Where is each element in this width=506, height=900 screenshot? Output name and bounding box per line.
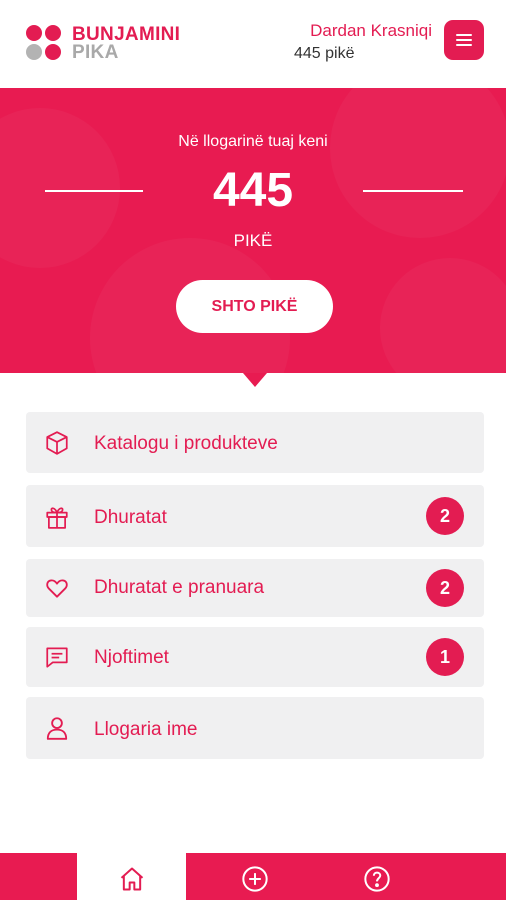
hamburger-icon bbox=[456, 34, 472, 36]
menu-item-my-account[interactable]: Llogaria ime bbox=[26, 697, 484, 759]
menu-item-catalog[interactable]: Katalogu i produkteve bbox=[26, 412, 484, 473]
nav-tab-add[interactable] bbox=[200, 853, 309, 900]
hero-pointer bbox=[243, 373, 267, 387]
user-points: 445 pikë bbox=[294, 45, 355, 62]
menu-item-notifications[interactable]: Njoftimet 1 bbox=[26, 627, 484, 687]
logo-dots bbox=[26, 25, 64, 63]
points-caption: Në llogarinë tuaj keni bbox=[178, 133, 328, 150]
menu-item-label: Dhuratat e pranuara bbox=[94, 577, 265, 598]
chat-icon bbox=[46, 647, 68, 668]
count-badge: 2 bbox=[426, 497, 464, 535]
user-icon bbox=[46, 717, 68, 740]
menu-item-label: Katalogu i produkteve bbox=[94, 433, 278, 454]
gift-icon bbox=[46, 507, 68, 529]
menu-item-gifts[interactable]: Dhuratat 2 bbox=[26, 485, 484, 547]
box-icon bbox=[46, 431, 68, 455]
points-value: 445 bbox=[212, 164, 294, 217]
points-hero: Në llogarinë tuaj keni 445 PIKË SHTO PIK… bbox=[0, 88, 506, 373]
bottom-navigation bbox=[0, 853, 506, 900]
heart-icon bbox=[46, 579, 68, 598]
brand-logo[interactable]: BUNJAMINI PIKA bbox=[26, 25, 196, 65]
count-badge: 2 bbox=[426, 569, 464, 607]
brand-subname: PIKA bbox=[72, 42, 119, 63]
nav-tab-help[interactable] bbox=[322, 853, 431, 900]
user-name: Dardan Krasniqi bbox=[310, 21, 432, 40]
plus-circle-icon bbox=[241, 866, 268, 892]
menu-item-received-gifts[interactable]: Dhuratat e pranuara 2 bbox=[26, 559, 484, 617]
menu-item-label: Njoftimet bbox=[94, 647, 169, 668]
home-icon bbox=[120, 867, 143, 891]
nav-tab-home[interactable] bbox=[77, 853, 186, 900]
menu-item-label: Dhuratat bbox=[94, 507, 167, 528]
menu-item-label: Llogaria ime bbox=[94, 719, 198, 740]
add-points-button[interactable]: SHTO PIKË bbox=[176, 280, 333, 333]
hamburger-menu-button[interactable] bbox=[444, 20, 484, 60]
count-badge: 1 bbox=[426, 638, 464, 676]
points-unit: PIKË bbox=[233, 231, 273, 250]
app-header: BUNJAMINI PIKA Dardan Krasniqi 445 pikë bbox=[0, 0, 506, 88]
help-icon bbox=[363, 866, 390, 892]
